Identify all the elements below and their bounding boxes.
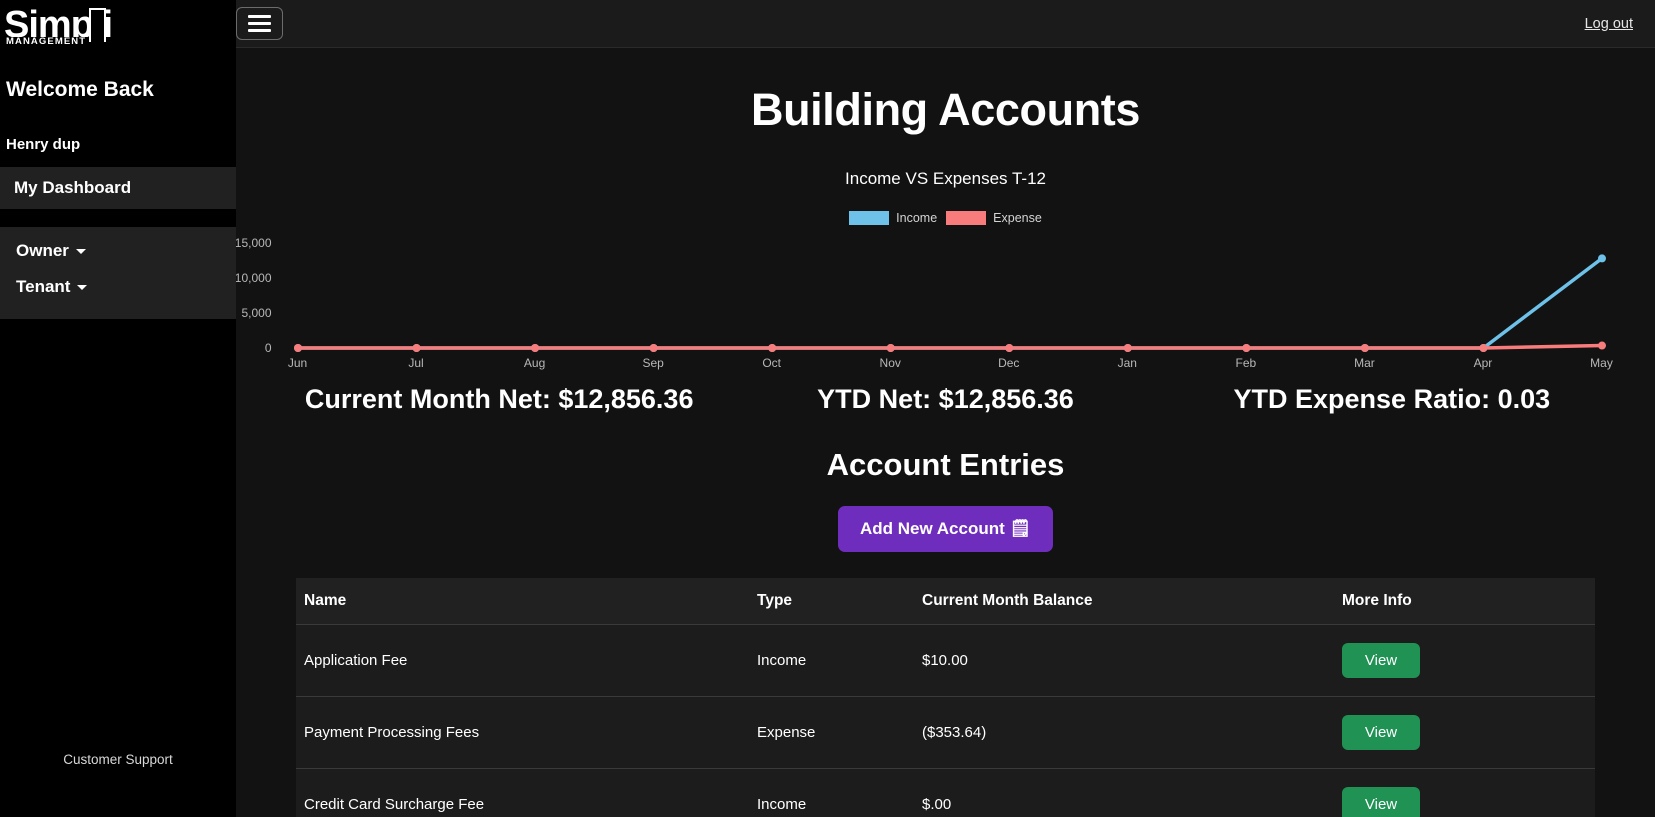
y-axis-tick: 15,000 xyxy=(236,236,272,251)
legend-swatch-expense xyxy=(946,211,987,225)
column-header-more-info: More Info xyxy=(1336,578,1595,625)
view-button[interactable]: View xyxy=(1342,787,1420,817)
table-header-row: Name Type Current Month Balance More Inf… xyxy=(296,578,1595,625)
summary-stats: Current Month Net: $12,856.36 YTD Net: $… xyxy=(236,384,1655,415)
logo-tagline: MANAGEMENT xyxy=(6,35,89,47)
accounts-table: Name Type Current Month Balance More Inf… xyxy=(296,578,1595,817)
column-header-type: Type xyxy=(751,578,916,625)
cell-balance: $.00 xyxy=(916,768,1336,817)
hamburger-icon[interactable] xyxy=(236,7,283,40)
section-title-account-entries: Account Entries xyxy=(826,447,1065,482)
add-account-row: Add New Account 🗒 xyxy=(236,506,1655,552)
chevron-down-icon xyxy=(77,284,88,290)
cell-name: Payment Processing Fees xyxy=(296,696,751,769)
sidebar-item-label: Tenant xyxy=(16,277,71,296)
y-axis-tick: 5,000 xyxy=(241,306,272,321)
welcome-heading: Welcome Back xyxy=(6,78,154,101)
sidebar: Simpli MANAGEMENT Welcome Back Henry dup… xyxy=(0,0,236,817)
cell-name: Application Fee xyxy=(296,624,751,697)
sidebar-item-label: Owner xyxy=(16,241,69,260)
column-header-name: Name xyxy=(296,578,751,625)
legend-label-expense: Expense xyxy=(993,211,1042,225)
cell-more-info: View xyxy=(1336,696,1595,769)
chart-legend: Income Expense xyxy=(236,211,1655,225)
chart-plot xyxy=(293,254,1606,352)
x-axis-tick: Jan xyxy=(1117,356,1137,370)
table-head: Name Type Current Month Balance More Inf… xyxy=(296,578,1595,625)
page-title: Building Accounts xyxy=(750,84,1140,135)
view-button[interactable]: View xyxy=(1342,643,1420,678)
income-vs-expenses-chart: 0 5,000 10,000 15,000 Jun Jul Aug Sep Oct Nov Dec… xyxy=(236,227,1613,370)
legend-label-income: Income xyxy=(896,211,938,225)
table-body: Application Fee Income $10.00 View Payment P… xyxy=(296,624,1595,817)
y-axis-tick: 0 xyxy=(264,341,272,355)
y-axis-tick: 10,000 xyxy=(236,271,272,286)
table-row: Payment Processing Fees Expense ($353.64) V… xyxy=(296,696,1595,769)
building-icon xyxy=(89,8,106,42)
cell-type: Income xyxy=(751,768,916,817)
accounts-table-wrapper: Name Type Current Month Balance More Inf… xyxy=(296,578,1595,817)
cell-name: Credit Card Surcharge Fee xyxy=(296,768,751,817)
dashboard-page: Simpli MANAGEMENT Welcome Back Henry dup… xyxy=(0,0,1655,817)
stat-ytd-expense-ratio: YTD Expense Ratio: 0.03 xyxy=(1233,384,1551,414)
view-button[interactable]: View xyxy=(1342,715,1420,750)
x-axis-tick: Apr xyxy=(1473,356,1493,370)
sidebar-item-label: My Dashboard xyxy=(14,178,132,197)
brand-logo[interactable]: Simpli MANAGEMENT xyxy=(0,0,236,56)
sidebar-nav-group: Owner Tenant xyxy=(0,227,236,319)
cell-balance: $10.00 xyxy=(916,624,1336,697)
x-axis-tick: Oct xyxy=(762,356,782,370)
x-axis-tick: Jun xyxy=(287,356,308,370)
x-axis-tick: May xyxy=(1590,356,1613,370)
table-row: Credit Card Surcharge Fee Income $.00 View xyxy=(296,768,1595,817)
cell-more-info: View xyxy=(1336,768,1595,817)
chevron-down-icon xyxy=(75,248,86,254)
add-new-account-button[interactable]: Add New Account 🗒 xyxy=(837,506,1054,552)
cell-more-info: View xyxy=(1336,624,1595,697)
cell-balance: ($353.64) xyxy=(916,696,1336,769)
logout-link[interactable]: Log out xyxy=(1585,16,1645,32)
user-name: Henry dup xyxy=(6,136,81,153)
customer-support-link[interactable]: Customer Support xyxy=(0,752,236,767)
top-bar: Log out xyxy=(236,0,1655,48)
sidebar-item-tenant[interactable]: Tenant xyxy=(0,269,236,305)
x-axis-tick: Mar xyxy=(1354,356,1375,370)
cell-type: Expense xyxy=(751,696,916,769)
cell-type: Income xyxy=(751,624,916,697)
x-axis-tick: Feb xyxy=(1235,356,1257,370)
page-content: Building Accounts Income VS Expenses T-1… xyxy=(236,48,1655,817)
x-axis-tick: Nov xyxy=(879,356,901,370)
table-row: Application Fee Income $10.00 View xyxy=(296,624,1595,697)
legend-item-expense: Expense xyxy=(946,211,1042,225)
x-axis-tick: Sep xyxy=(642,356,664,370)
sidebar-divider xyxy=(0,209,236,227)
x-axis-tick: Aug xyxy=(523,356,546,370)
sidebar-item-my-dashboard[interactable]: My Dashboard xyxy=(0,167,236,209)
x-axis-tick: Jul xyxy=(408,356,424,370)
stat-ytd-net: YTD Net: $12,856.36 xyxy=(817,384,1074,414)
chart-title: Income VS Expenses T-12 xyxy=(845,169,1046,188)
x-axis-tick: Dec xyxy=(998,356,1020,370)
sidebar-item-owner[interactable]: Owner xyxy=(0,233,236,269)
column-header-current-month-balance: Current Month Balance xyxy=(916,578,1336,625)
main-content: Log out Building Accounts Income VS Expe… xyxy=(236,0,1655,817)
legend-swatch-income xyxy=(849,211,890,225)
stat-current-month-net: Current Month Net: $12,856.36 xyxy=(304,384,694,414)
legend-item-income: Income xyxy=(849,211,937,225)
